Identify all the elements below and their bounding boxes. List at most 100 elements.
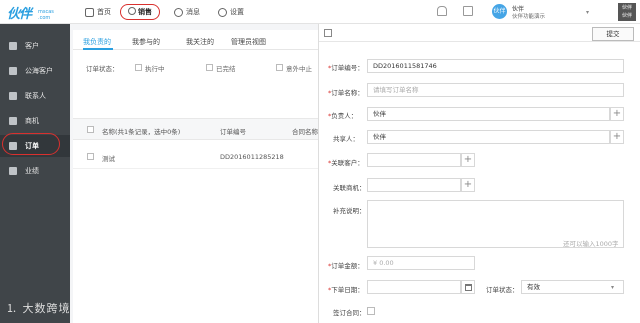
signed-contract-label: 签订合同： xyxy=(333,309,366,317)
highlight-ring xyxy=(2,133,60,155)
add-opportunity-button[interactable]: + xyxy=(461,178,475,192)
amount-label: *订单金额： xyxy=(328,260,364,270)
amount-label-text: 订单金额： xyxy=(331,262,364,270)
sidebar-item-label: 商机 xyxy=(25,117,39,125)
column-header-contract[interactable]: 合同名称 xyxy=(292,126,318,136)
sidebar-item-contacts[interactable]: 联系人 xyxy=(0,86,70,106)
tab-mine[interactable]: 我负责的 xyxy=(83,37,111,47)
message-icon xyxy=(174,7,183,17)
filter-aborted-label[interactable]: 意外中止 xyxy=(286,63,312,73)
status-select[interactable]: 有效 xyxy=(521,280,624,294)
sidebar-item-performance[interactable]: 业绩 xyxy=(0,161,70,181)
signed-contract-checkbox[interactable] xyxy=(367,307,375,315)
add-owner-button[interactable]: + xyxy=(610,107,624,121)
bell-icon[interactable] xyxy=(437,6,447,16)
app-logo[interactable]: 伙伴 xyxy=(7,3,32,22)
calendar-button[interactable] xyxy=(461,280,475,294)
nav-sales-pill[interactable]: 销售 xyxy=(120,4,160,20)
sidebar-item-label: 公海客户 xyxy=(25,67,53,75)
order-name-label-text: 订单名称： xyxy=(331,89,364,97)
sidebar-item-customers[interactable]: 客户 xyxy=(0,36,70,56)
sidebar-item-label: 联系人 xyxy=(25,92,46,100)
chevron-down-icon[interactable]: ▾ xyxy=(586,9,589,16)
opportunity-label: 关联商机： xyxy=(333,184,366,192)
watermark: ⒈ 大数跨境 xyxy=(6,300,71,316)
table-row[interactable]: 测试 DD2016011285218 xyxy=(73,145,323,169)
avatar[interactable]: 伙伴 xyxy=(492,4,507,19)
order-date-field[interactable] xyxy=(367,280,461,294)
chevron-down-icon[interactable]: ▾ xyxy=(611,284,614,291)
filter-active-label[interactable]: 执行中 xyxy=(145,63,165,73)
nav-sales-label: 销售 xyxy=(138,8,152,16)
owner-field[interactable]: 伙伴 xyxy=(367,107,610,121)
sidebar-item-label: 客户 xyxy=(25,42,39,50)
order-no-label-text: 订单编号： xyxy=(331,64,364,72)
nav-settings[interactable]: 设置 xyxy=(218,0,244,24)
sidebar-item-opportunities[interactable]: 商机 xyxy=(0,111,70,131)
add-customer-button[interactable]: + xyxy=(461,153,475,167)
list-tabs: 我负责的 我参与的 我关注的 管理员视图 xyxy=(73,30,323,50)
order-no-field[interactable]: DD2016011581746 xyxy=(367,59,624,73)
filter-finished-checkbox[interactable] xyxy=(206,64,213,71)
row-name[interactable]: 测试 xyxy=(102,153,115,163)
filter-finished-label[interactable]: 已完结 xyxy=(216,63,236,73)
nav-settings-label: 设置 xyxy=(230,8,244,16)
watermark-text: 大数跨境 xyxy=(22,302,71,315)
tab-following[interactable]: 我关注的 xyxy=(186,37,214,47)
corner-logo: 伙伴 伙伴 xyxy=(618,3,636,21)
order-date-label: *下单日期： xyxy=(328,284,364,294)
contact-icon xyxy=(9,92,17,100)
row-order-no: DD2016011285218 xyxy=(220,153,284,161)
note-char-count: 还可以输入1000字 xyxy=(563,240,619,248)
participants-field[interactable]: 伙伴 xyxy=(367,130,610,144)
performance-icon xyxy=(9,167,17,175)
sidebar-item-label: 业绩 xyxy=(25,167,39,175)
opportunity-icon xyxy=(9,117,17,125)
nav-home-label: 首页 xyxy=(97,8,111,16)
filter-active-checkbox[interactable] xyxy=(135,64,142,71)
column-header-name[interactable]: 名称(共1条记录，选中0条) xyxy=(102,126,180,136)
sidebar: 客户 公海客户 联系人 商机 订单 业绩 xyxy=(0,24,70,323)
submit-button[interactable]: 提交 xyxy=(592,27,634,41)
user-role: 伙伴功能演示 xyxy=(512,14,546,20)
customer-field[interactable] xyxy=(367,153,461,167)
home-icon xyxy=(85,7,94,17)
table-header: 名称(共1条记录，选中0条) 订单编号 合同名称 xyxy=(73,118,323,140)
tab-participating[interactable]: 我参与的 xyxy=(132,37,160,47)
select-all-checkbox[interactable] xyxy=(87,126,94,133)
nav-message-label: 消息 xyxy=(186,8,200,16)
active-tab-indicator xyxy=(83,48,113,50)
status-label: 订单状态： xyxy=(486,286,519,294)
order-list-panel: 我负责的 我参与的 我关注的 管理员视图 订单状态： 执行中 已完结 意外中止 … xyxy=(73,30,323,323)
order-date-label-text: 下单日期： xyxy=(331,286,364,294)
mail-icon[interactable] xyxy=(463,6,473,16)
customer-icon xyxy=(9,42,17,50)
nav-sales[interactable]: 销售 xyxy=(120,0,160,24)
watermark-logo-icon: ⒈ xyxy=(6,302,23,315)
amount-field[interactable]: ¥ 0.00 xyxy=(367,256,475,270)
column-header-order-no[interactable]: 订单编号 xyxy=(220,126,246,136)
note-label: 补充说明： xyxy=(333,207,366,215)
app-logo-sub: mscas .com xyxy=(38,9,54,21)
calendar-icon xyxy=(465,284,472,291)
public-customer-icon xyxy=(9,67,17,75)
customer-label-text: 关联客户： xyxy=(331,159,364,167)
sales-icon xyxy=(128,7,136,15)
collapse-panel-icon[interactable] xyxy=(324,29,332,37)
filter-aborted-checkbox[interactable] xyxy=(276,64,283,71)
settings-icon xyxy=(218,7,227,17)
participants-label: 共享人： xyxy=(333,135,359,143)
tab-admin-view[interactable]: 管理员视图 xyxy=(231,37,266,47)
opportunity-field[interactable] xyxy=(367,178,461,192)
row-checkbox[interactable] xyxy=(87,153,94,160)
add-participant-button[interactable]: + xyxy=(610,130,624,144)
nav-message[interactable]: 消息 xyxy=(174,0,200,24)
order-name-field[interactable]: 请填写订单名称 xyxy=(367,83,624,97)
order-name-label: *订单名称： xyxy=(328,87,364,97)
customer-label: *关联客户： xyxy=(328,157,364,167)
sidebar-item-public-customers[interactable]: 公海客户 xyxy=(0,61,70,81)
status-filter-label: 订单状态： xyxy=(86,65,119,73)
order-no-label: *订单编号： xyxy=(328,62,364,72)
nav-home[interactable]: 首页 xyxy=(85,0,111,24)
owner-label: *负责人： xyxy=(328,110,357,120)
